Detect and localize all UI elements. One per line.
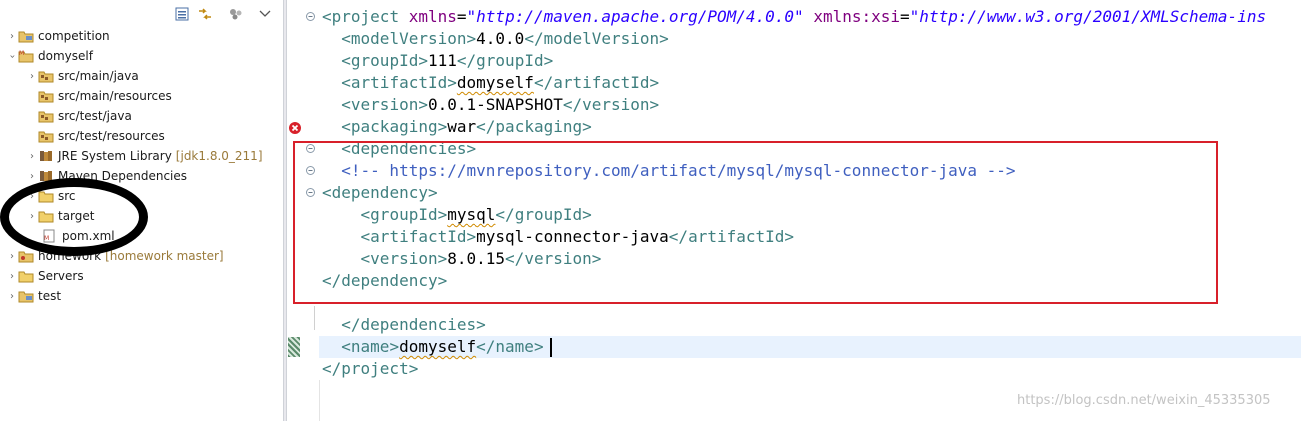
folding-ruler: [303, 0, 319, 421]
tree-item-jre-system-library[interactable]: › JRE System Library [jdk1.8.0_211]: [26, 146, 263, 166]
code-line-4[interactable]: <artifactId>domyself</artifactId>: [322, 72, 659, 94]
folder-icon: [38, 189, 54, 203]
chevron-right-icon[interactable]: ›: [26, 151, 38, 162]
library-icon: [38, 149, 54, 163]
source-folder-icon: [38, 109, 54, 123]
text-caret: [550, 338, 552, 357]
tree-item-src-main-java[interactable]: › src/main/java: [26, 66, 139, 86]
code-line-8[interactable]: <!-- https://mvnrepository.com/artifact/…: [322, 160, 1015, 182]
tree-item-test[interactable]: › test: [6, 286, 61, 306]
fold-collapse-icon[interactable]: [306, 12, 315, 21]
project-icon: [18, 289, 34, 303]
chevron-right-icon[interactable]: ›: [6, 251, 18, 262]
tree-item-src-main-resources[interactable]: src/main/resources: [38, 86, 172, 106]
code-line-6[interactable]: <packaging>war</packaging>: [322, 116, 592, 138]
source-folder-icon: [38, 89, 54, 103]
quick-diff-marker: [288, 337, 300, 357]
chevron-down-icon[interactable]: ›: [7, 50, 18, 62]
annotation-ruler: [287, 0, 303, 421]
code-line-16[interactable]: <name>domyself</name>: [322, 336, 543, 358]
error-icon[interactable]: [288, 120, 302, 134]
svg-text:M: M: [44, 235, 49, 242]
tree-item-src-test-java[interactable]: src/test/java: [38, 106, 132, 126]
code-line-10[interactable]: <groupId>mysql</groupId>: [322, 204, 592, 226]
code-line-9[interactable]: <dependency>: [322, 182, 438, 204]
source-folder-icon: [38, 129, 54, 143]
git-project-icon: [18, 249, 34, 263]
tree-item-target[interactable]: › target: [26, 206, 95, 226]
chevron-right-icon[interactable]: ›: [26, 211, 38, 222]
code-line-3[interactable]: <groupId>111</groupId>: [322, 50, 553, 72]
tree-item-domyself[interactable]: › M domyself: [6, 46, 93, 66]
code-line-7[interactable]: <dependencies>: [322, 138, 476, 160]
tree-item-homework[interactable]: › homework [homework master]: [6, 246, 224, 266]
code-line-2[interactable]: <modelVersion>4.0.0</modelVersion>: [322, 28, 669, 50]
code-line-5[interactable]: <version>0.0.1-SNAPSHOT</version>: [322, 94, 659, 116]
library-icon: [38, 169, 54, 183]
source-folder-icon: [38, 69, 54, 83]
project-explorer: › competition › M domyself › src/main/ja…: [0, 0, 283, 421]
chevron-right-icon[interactable]: ›: [6, 31, 18, 42]
chevron-right-icon[interactable]: ›: [6, 271, 18, 282]
tree-item-competition[interactable]: › competition: [6, 26, 110, 46]
fold-collapse-icon[interactable]: [306, 166, 315, 175]
chevron-down-icon[interactable]: [257, 6, 273, 22]
maven-project-icon: M: [18, 49, 34, 63]
xml-file-icon: M: [42, 229, 58, 243]
code-line-11[interactable]: <artifactId>mysql-connector-java</artifa…: [322, 226, 795, 248]
collapse-all-icon[interactable]: [174, 6, 190, 22]
code-line-12[interactable]: <version>8.0.15</version>: [322, 248, 602, 270]
project-icon: [18, 29, 34, 43]
tree-item-maven-dependencies[interactable]: › Maven Dependencies: [26, 166, 187, 186]
tree-item-servers[interactable]: › Servers: [6, 266, 84, 286]
fold-collapse-icon[interactable]: [306, 144, 315, 153]
chevron-right-icon[interactable]: ›: [26, 171, 38, 182]
folder-icon: [18, 269, 34, 283]
indent-guide: [314, 306, 315, 330]
tree-item-src[interactable]: › src: [26, 186, 76, 206]
code-line-1[interactable]: <project xmlns="http://maven.apache.org/…: [322, 6, 1266, 28]
watermark: https://blog.csdn.net/weixin_45335305: [1017, 393, 1271, 408]
link-with-editor-icon[interactable]: [196, 6, 214, 22]
code-line-13[interactable]: </dependency>: [322, 270, 447, 292]
tree-item-src-test-resources[interactable]: src/test/resources: [38, 126, 165, 146]
indent-guide: [319, 380, 320, 421]
tree-item-pom-xml[interactable]: M pom.xml: [42, 226, 115, 246]
view-menu-icon[interactable]: [227, 6, 245, 22]
folder-icon: [38, 209, 54, 223]
code-line-17[interactable]: </project>: [322, 358, 418, 380]
chevron-right-icon[interactable]: ›: [6, 291, 18, 302]
code-line-15[interactable]: </dependencies>: [322, 314, 486, 336]
chevron-right-icon[interactable]: ›: [26, 71, 38, 82]
chevron-right-icon[interactable]: ›: [26, 191, 38, 202]
fold-collapse-icon[interactable]: [306, 188, 315, 197]
svg-text:M: M: [19, 50, 24, 57]
